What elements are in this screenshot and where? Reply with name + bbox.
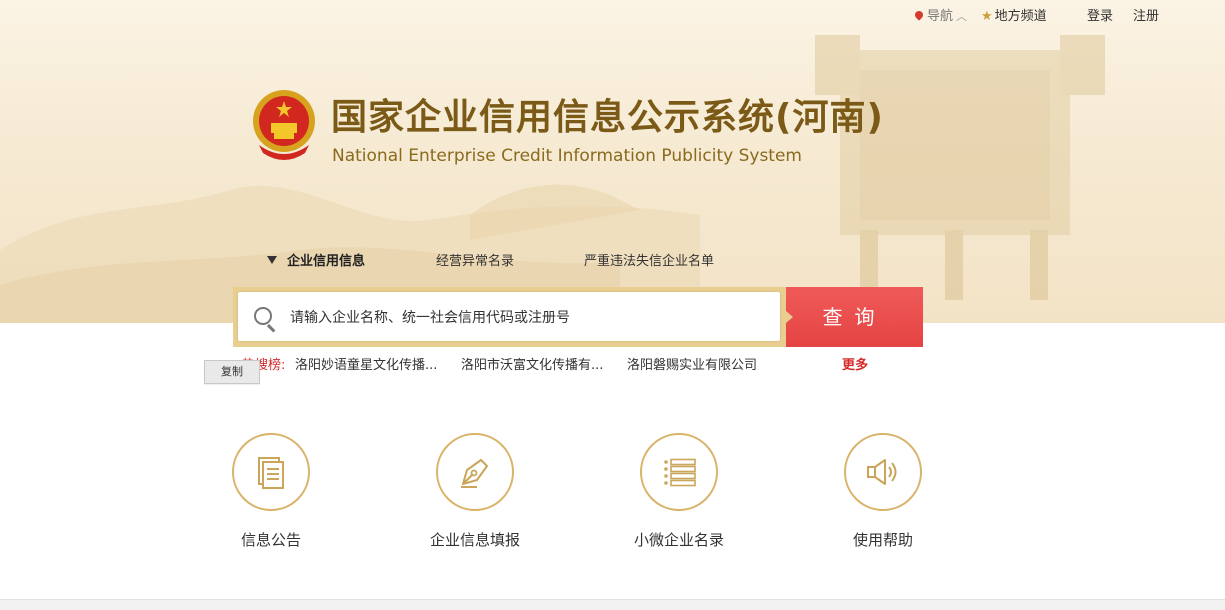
page-title: 国家企业信用信息公示系统(河南) [331, 97, 884, 138]
register-link[interactable]: 注册 [1133, 8, 1159, 26]
login-link[interactable]: 登录 [1087, 8, 1113, 26]
copy-button[interactable]: 复制 [204, 360, 260, 384]
search-button[interactable]: 查询 [786, 287, 923, 347]
chevron-up-icon: ︿ [956, 10, 968, 23]
star-icon: ★ [981, 9, 993, 24]
hot-search-item[interactable]: 洛阳市沃富文化传播有... [461, 357, 603, 375]
nav-local-link[interactable]: ★ 地方频道 [981, 8, 1047, 26]
tab-dishonest-list[interactable]: 严重违法失信企业名单 [584, 253, 714, 271]
feature-label: 企业信息填报 [429, 531, 520, 549]
hot-search-item[interactable]: 洛阳妙语童星文化传播... [295, 357, 437, 375]
hot-search-item[interactable]: 洛阳磐赐实业有限公司 [627, 357, 757, 375]
page-subtitle: National Enterprise Credit Information P… [332, 146, 802, 166]
more-link[interactable]: 更多 [842, 357, 868, 375]
bottom-status-bar [0, 599, 1225, 610]
tab-abnormal-list[interactable]: 经营异常名录 [436, 253, 514, 271]
feature-small-enterprise-list[interactable]: 小微企业名录 [604, 433, 754, 550]
location-pin-icon [913, 9, 925, 21]
list-icon [664, 458, 696, 487]
document-icon [258, 457, 284, 489]
tab-label: 企业信用信息 [287, 254, 366, 269]
search-box [238, 292, 780, 341]
feature-circle [436, 433, 514, 511]
search-icon [254, 307, 272, 325]
national-emblem-logo [253, 90, 315, 160]
feature-label: 信息公告 [240, 531, 301, 549]
feature-circle [232, 433, 310, 511]
pen-nib-icon [461, 459, 488, 488]
speaker-icon [867, 459, 897, 485]
nav-guide-label: 导航 [927, 9, 954, 24]
feature-label: 使用帮助 [852, 531, 913, 549]
feature-enterprise-report[interactable]: 企业信息填报 [400, 433, 550, 550]
feature-label: 小微企业名录 [633, 531, 724, 549]
search-input[interactable] [288, 304, 772, 332]
nav-local-label: 地方频道 [994, 9, 1047, 24]
nav-guide-link[interactable]: 导航 ︿ [913, 8, 968, 26]
top-nav: 导航 ︿ ★ 地方频道 登录 注册 [0, 8, 1225, 28]
triangle-down-icon [267, 256, 277, 264]
feature-circle [844, 433, 922, 511]
tab-enterprise-credit[interactable]: 企业信用信息 [267, 253, 365, 271]
feature-info-notice[interactable]: 信息公告 [196, 433, 346, 550]
search-bar: 查询 [233, 287, 923, 347]
feature-circle [640, 433, 718, 511]
feature-help[interactable]: 使用帮助 [808, 433, 958, 550]
